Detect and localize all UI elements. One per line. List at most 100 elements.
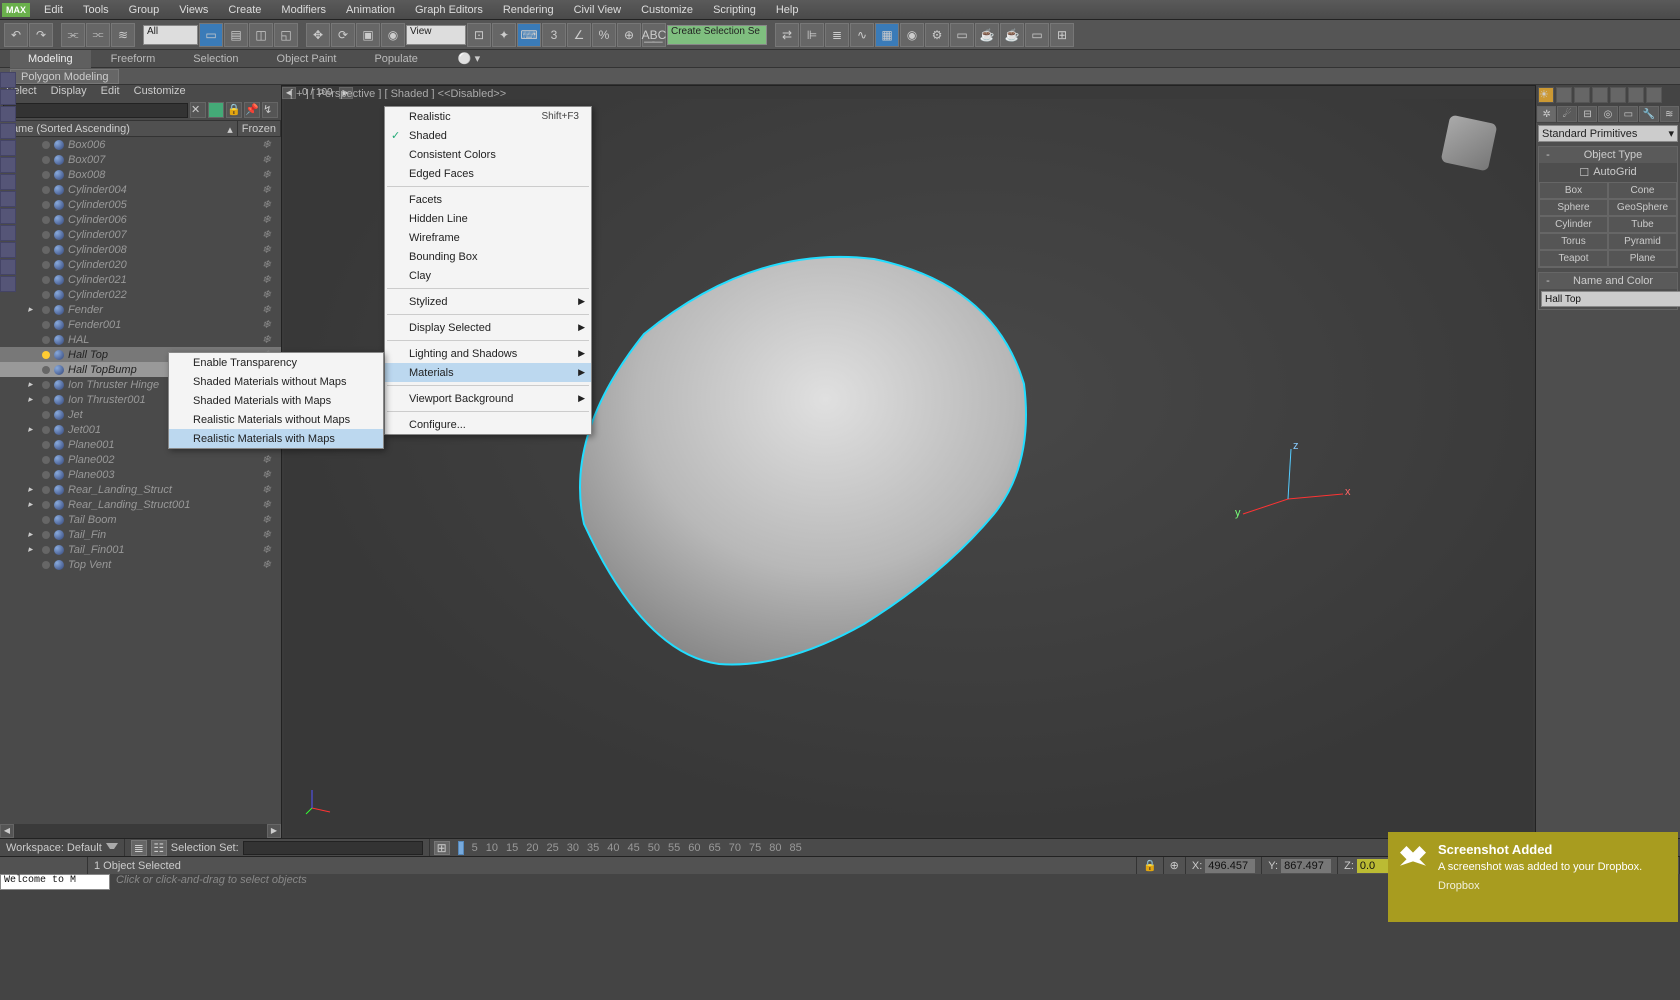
tree-row[interactable]: ▸ Tail_Fin001 ❄ — [0, 542, 281, 557]
visibility-icon[interactable] — [42, 186, 50, 194]
render-setup-button[interactable]: ⚙ — [925, 23, 949, 47]
visibility-icon[interactable] — [42, 471, 50, 479]
autogrid-check[interactable]: ☐AutoGrid — [1539, 163, 1677, 182]
manipulate-button[interactable]: ✦ — [492, 23, 516, 47]
tree-menu-display[interactable]: Display — [51, 85, 87, 100]
cp-icon[interactable] — [1574, 87, 1590, 103]
frozen-icon[interactable]: ❄ — [262, 273, 271, 286]
menu-views[interactable]: Views — [169, 4, 218, 16]
ctx-item[interactable]: Bounding Box — [385, 247, 591, 266]
frozen-icon[interactable]: ❄ — [262, 333, 271, 346]
tree-row[interactable]: ▸ Rear_Landing_Struct001 ❄ — [0, 497, 281, 512]
spinner-snap-button[interactable]: ⊕ — [617, 23, 641, 47]
utilities-tab[interactable]: 🔧 — [1639, 106, 1658, 122]
tree-row[interactable]: Tail Boom ❄ — [0, 512, 281, 527]
expand-icon[interactable]: ▸ — [28, 304, 33, 315]
ctx-item[interactable]: Configure... — [385, 415, 591, 434]
strip-icon[interactable] — [0, 242, 16, 258]
tree-filter-icon[interactable] — [208, 102, 224, 118]
menu-modifiers[interactable]: Modifiers — [271, 4, 336, 16]
visibility-icon[interactable] — [42, 216, 50, 224]
tree-menu-edit[interactable]: Edit — [101, 85, 120, 100]
scroll-right-icon[interactable]: ▶ — [267, 824, 281, 838]
visibility-icon[interactable] — [42, 321, 50, 329]
viewcube[interactable] — [1441, 115, 1498, 172]
visibility-icon[interactable] — [42, 381, 50, 389]
frozen-icon[interactable]: ❄ — [262, 288, 271, 301]
tree-row[interactable]: Box007 ❄ — [0, 152, 281, 167]
ctx-item[interactable]: Facets — [385, 190, 591, 209]
ribbon-subtab-polymodeling[interactable]: Polygon Modeling — [10, 69, 119, 84]
hierarchy-tab[interactable]: ⊟ — [1578, 106, 1597, 122]
frozen-icon[interactable]: ❄ — [262, 258, 271, 271]
tree-menu-customize[interactable]: Customize — [134, 85, 186, 100]
motion-tab[interactable]: ◎ — [1598, 106, 1617, 122]
align-button[interactable]: ⊫ — [800, 23, 824, 47]
frozen-icon[interactable]: ❄ — [262, 528, 271, 541]
prim-tube-button[interactable]: Tube — [1608, 216, 1677, 233]
frozen-icon[interactable]: ❄ — [262, 153, 271, 166]
material-editor-button[interactable]: ◉ — [900, 23, 924, 47]
strip-icon[interactable] — [0, 191, 16, 207]
frozen-icon[interactable]: ❄ — [262, 483, 271, 496]
visibility-icon[interactable] — [42, 156, 50, 164]
strip-icon[interactable] — [0, 89, 16, 105]
tree-hscroll[interactable]: ◀ ▶ — [0, 824, 281, 838]
expand-icon[interactable]: ▸ — [28, 379, 33, 390]
tree-row[interactable]: HAL ❄ — [0, 332, 281, 347]
selection-filter-combo[interactable]: All — [143, 25, 198, 45]
angle-snap-button[interactable]: ∠ — [567, 23, 591, 47]
ribbon-tab-object-paint[interactable]: Object Paint — [259, 50, 355, 68]
visibility-icon[interactable] — [42, 531, 50, 539]
tree-list[interactable]: Box006 ❄ Box007 ❄ Box008 ❄ Cylinder004 ❄… — [0, 137, 281, 824]
frozen-icon[interactable]: ❄ — [262, 198, 271, 211]
tree-lock-icon[interactable]: 🔒 — [226, 102, 242, 118]
menu-animation[interactable]: Animation — [336, 4, 405, 16]
visibility-icon[interactable] — [42, 291, 50, 299]
ctx-item[interactable]: Edged Faces — [385, 164, 591, 183]
strip-icon[interactable] — [0, 140, 16, 156]
strip-icon[interactable] — [0, 72, 16, 88]
ctx-item[interactable]: Viewport Background ▶ — [385, 389, 591, 408]
ctx-item[interactable]: Lighting and Shadows ▶ — [385, 344, 591, 363]
ctx-item[interactable]: Clay — [385, 266, 591, 285]
tree-row[interactable]: Cylinder004 ❄ — [0, 182, 281, 197]
window-crossing-button[interactable]: ◱ — [274, 23, 298, 47]
tree-close-icon[interactable]: ✕ — [190, 102, 206, 118]
visibility-icon[interactable] — [42, 231, 50, 239]
collapse-icon[interactable]: - — [1543, 275, 1553, 287]
placement-button[interactable]: ◉ — [381, 23, 405, 47]
materials-submenu[interactable]: Enable TransparencyShaded Materials with… — [168, 352, 384, 449]
tree-pin-icon[interactable]: 📌 — [244, 102, 260, 118]
ctx-item[interactable]: Hidden Line — [385, 209, 591, 228]
prim-pyramid-button[interactable]: Pyramid — [1608, 233, 1677, 250]
frozen-icon[interactable]: ❄ — [262, 168, 271, 181]
prim-box-button[interactable]: Box — [1539, 182, 1608, 199]
expand-icon[interactable]: ▸ — [28, 484, 33, 495]
ctx-item[interactable]: Consistent Colors — [385, 145, 591, 164]
pivot-button[interactable]: ⊡ — [467, 23, 491, 47]
ctx-item[interactable]: Realistic Materials with Maps — [169, 429, 383, 448]
prim-sphere-button[interactable]: Sphere — [1539, 199, 1608, 216]
bind-button[interactable]: ≋ — [111, 23, 135, 47]
visibility-icon[interactable] — [42, 366, 50, 374]
schematic-button[interactable]: ▦ — [875, 23, 899, 47]
selset-layers-icon[interactable]: ☷ — [151, 840, 167, 856]
ctx-item[interactable]: Realistic Materials without Maps — [169, 410, 383, 429]
visibility-icon[interactable] — [42, 306, 50, 314]
visibility-icon[interactable] — [42, 276, 50, 284]
select-name-button[interactable]: ▤ — [224, 23, 248, 47]
visibility-icon[interactable] — [42, 171, 50, 179]
primitive-category-combo[interactable]: Standard Primitives▾ — [1538, 125, 1678, 142]
mirror-button[interactable]: ⇄ — [775, 23, 799, 47]
frozen-icon[interactable]: ❄ — [262, 318, 271, 331]
ctx-item[interactable]: Stylized ▶ — [385, 292, 591, 311]
frozen-icon[interactable]: ❄ — [262, 498, 271, 511]
frozen-icon[interactable]: ❄ — [262, 513, 271, 526]
ctx-item[interactable]: ✓ Shaded — [385, 126, 591, 145]
ribbon-tab-populate[interactable]: Populate — [356, 50, 435, 68]
ctx-item[interactable]: Realistic Shift+F3 — [385, 107, 591, 126]
visibility-icon[interactable] — [42, 501, 50, 509]
expand-icon[interactable]: ▸ — [28, 529, 33, 540]
menu-scripting[interactable]: Scripting — [703, 4, 766, 16]
